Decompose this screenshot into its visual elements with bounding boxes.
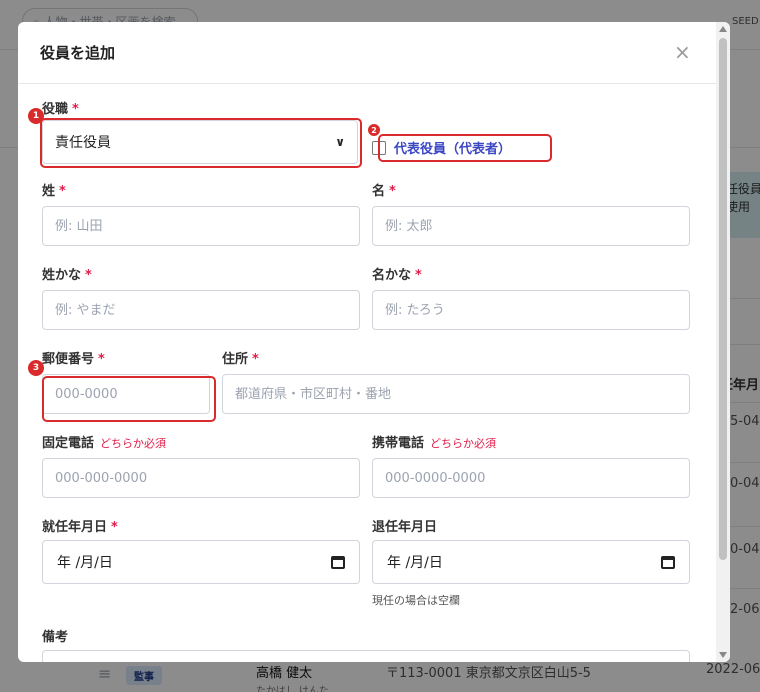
modal-title: 役員を追加 bbox=[40, 44, 116, 62]
first-name-input[interactable] bbox=[372, 206, 690, 246]
annotation-marker-3: 3 bbox=[28, 360, 44, 376]
address-label: 住所 * bbox=[222, 352, 259, 367]
appointed-date-value: 年 /月/日 bbox=[57, 555, 113, 571]
highlight-box bbox=[378, 134, 552, 162]
retired-date-note: 現任の場合は空欄 bbox=[372, 594, 460, 607]
last-name-label: 姓 * bbox=[42, 184, 66, 199]
modal-header: 役員を追加 × bbox=[18, 22, 730, 84]
appointed-date-label: 就任年月日 * bbox=[42, 520, 118, 535]
address-input[interactable] bbox=[222, 374, 690, 414]
role-label: 役職 * bbox=[42, 102, 79, 117]
appointed-date-input[interactable]: 年 /月/日 bbox=[42, 540, 360, 584]
highlight-box bbox=[40, 118, 362, 168]
remarks-label: 備考 bbox=[42, 630, 69, 645]
annotation-marker-1: 1 bbox=[28, 108, 44, 124]
first-name-kana-input[interactable] bbox=[372, 290, 690, 330]
remarks-textarea[interactable] bbox=[42, 650, 690, 662]
calendar-icon[interactable] bbox=[331, 555, 345, 569]
add-officer-modal: 役員を追加 × 役職* 責任役員 ∨ 代表役員（代表者） 姓* 名* 姓かな* … bbox=[18, 22, 730, 662]
scroll-down-icon[interactable] bbox=[719, 652, 727, 658]
retired-date-label: 退任年月日 bbox=[372, 520, 438, 535]
close-icon[interactable]: × bbox=[674, 42, 691, 62]
scroll-thumb[interactable] bbox=[719, 38, 727, 560]
mobile-input[interactable] bbox=[372, 458, 690, 498]
last-name-kana-input[interactable] bbox=[42, 290, 360, 330]
first-name-label: 名 * bbox=[372, 184, 396, 199]
first-name-kana-label: 名かな * bbox=[372, 268, 422, 283]
modal-scrollbar[interactable] bbox=[716, 22, 730, 662]
annotation-marker-2: 2 bbox=[368, 124, 380, 136]
scroll-up-icon[interactable] bbox=[719, 26, 727, 32]
last-name-input[interactable] bbox=[42, 206, 360, 246]
postal-code-label: 郵便番号 * bbox=[42, 352, 105, 367]
landline-label: 固定電話 どちらか必須 bbox=[42, 436, 167, 451]
calendar-icon[interactable] bbox=[661, 555, 675, 569]
retired-date-input[interactable]: 年 /月/日 bbox=[372, 540, 690, 584]
mobile-label: 携帯電話 どちらか必須 bbox=[372, 436, 497, 451]
landline-input[interactable] bbox=[42, 458, 360, 498]
retired-date-value: 年 /月/日 bbox=[387, 555, 443, 571]
last-name-kana-label: 姓かな * bbox=[42, 268, 92, 283]
highlight-box bbox=[42, 376, 216, 422]
